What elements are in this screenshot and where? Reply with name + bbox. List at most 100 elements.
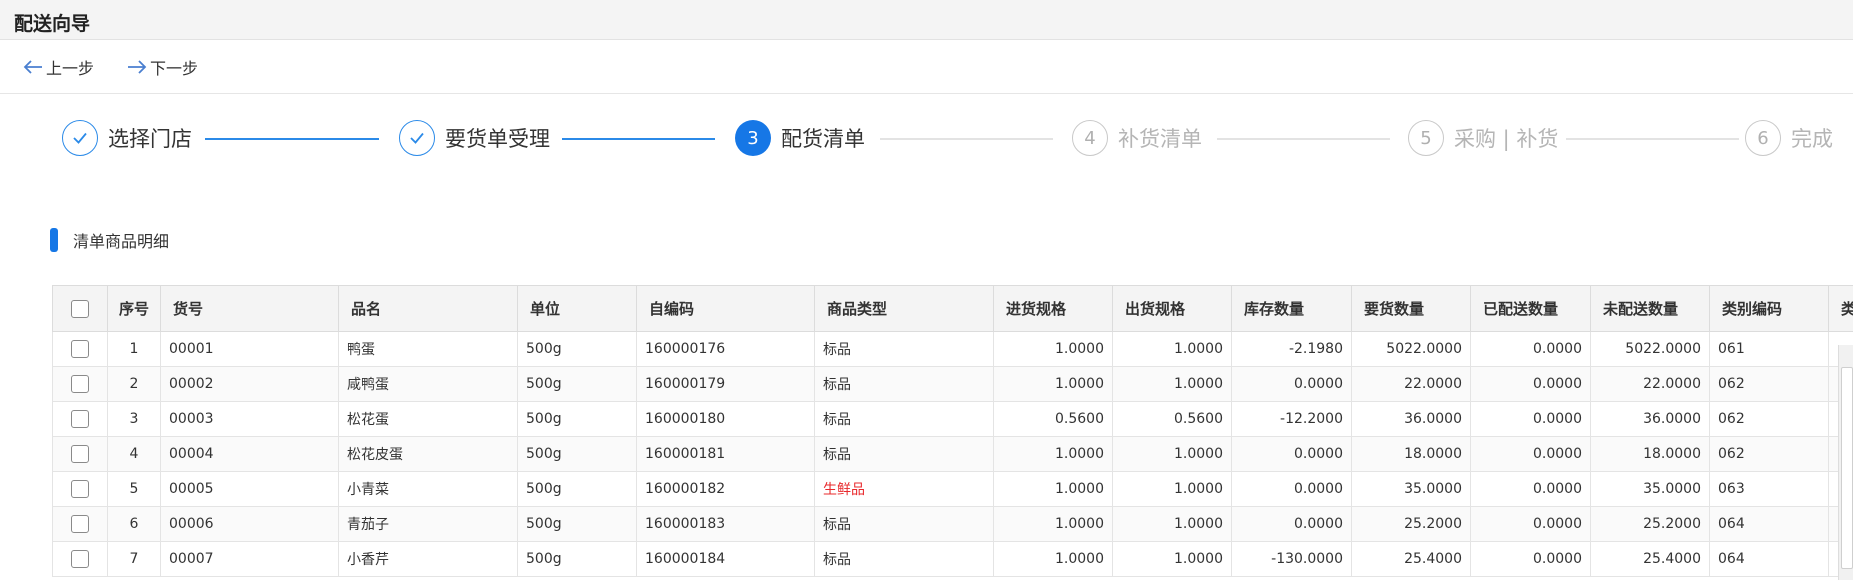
table-cell: 160000183 — [636, 506, 815, 542]
column-header[interactable]: 类 — [1828, 285, 1853, 332]
table-cell: 160000182 — [636, 471, 815, 507]
step-number: 5 — [1408, 120, 1444, 156]
row-checkbox[interactable] — [71, 410, 89, 428]
row-select-cell[interactable] — [52, 366, 108, 402]
table-cell: 25.2000 — [1590, 506, 1710, 542]
row-select-cell[interactable] — [52, 331, 108, 367]
row-checkbox[interactable] — [71, 515, 89, 533]
step-label: 要货单受理 — [445, 127, 550, 151]
table-row[interactable]: 3 00003 松花蛋 500g 160000180 标品 0.5600 0.5600 -12.… — [52, 401, 1853, 437]
row-checkbox[interactable] — [71, 340, 89, 358]
row-select-cell[interactable] — [52, 541, 108, 577]
toolbar: 上一步 下一步 — [0, 40, 1853, 94]
table-cell: 1.0000 — [993, 436, 1113, 472]
column-header[interactable]: 出货规格 — [1112, 285, 1232, 332]
row-select-cell[interactable] — [52, 401, 108, 437]
column-header[interactable]: 未配送数量 — [1590, 285, 1710, 332]
table-cell: 小香芹 — [338, 541, 518, 577]
row-checkbox[interactable] — [71, 375, 89, 393]
row-select-cell[interactable] — [52, 506, 108, 542]
step-label: 完成 — [1791, 127, 1833, 151]
step-complete[interactable]: 6 完成 — [1745, 120, 1833, 156]
row-select-cell[interactable] — [52, 471, 108, 507]
table-cell: 0.0000 — [1470, 506, 1591, 542]
table-cell: 160000184 — [636, 541, 815, 577]
column-header[interactable]: 进货规格 — [993, 285, 1113, 332]
check-icon — [62, 120, 98, 156]
table-cell: 00004 — [160, 436, 339, 472]
table-cell: 500g — [517, 331, 637, 367]
row-checkbox[interactable] — [71, 445, 89, 463]
table-cell: 0.0000 — [1470, 471, 1591, 507]
table-cell: 标品 — [814, 401, 994, 437]
table-cell: 1.0000 — [993, 506, 1113, 542]
table-row[interactable]: 2 00002 咸鸭蛋 500g 160000179 标品 1.0000 1.0000 0.00… — [52, 366, 1853, 402]
table-cell: 松花蛋 — [338, 401, 518, 437]
table-row[interactable]: 6 00006 青茄子 500g 160000183 标品 1.0000 1.0000 0.00… — [52, 506, 1853, 542]
table-cell: -12.2000 — [1231, 401, 1352, 437]
step-order-acceptance[interactable]: 要货单受理 — [399, 120, 550, 156]
table-row[interactable]: 7 00007 小香芹 500g 160000184 标品 1.0000 1.0000 -130… — [52, 541, 1853, 577]
step-connector — [880, 138, 1053, 140]
table-cell: 5022.0000 — [1590, 331, 1710, 367]
row-select-cell[interactable] — [52, 436, 108, 472]
table-cell: 0.0000 — [1231, 506, 1352, 542]
table-cell: 1.0000 — [993, 331, 1113, 367]
step-purchase-replenish[interactable]: 5 采购 | 补货 — [1408, 120, 1558, 156]
step-number: 4 — [1072, 120, 1108, 156]
next-step-button[interactable]: 下一步 — [126, 56, 198, 78]
column-header[interactable]: 单位 — [517, 285, 637, 332]
column-header[interactable]: 库存数量 — [1231, 285, 1352, 332]
section-header: 清单商品明细 — [50, 228, 169, 252]
table-cell: 500g — [517, 541, 637, 577]
table-cell: 35.0000 — [1351, 471, 1471, 507]
table-cell: 1.0000 — [1112, 471, 1232, 507]
table-cell: 064 — [1709, 541, 1829, 577]
table-cell: 500g — [517, 436, 637, 472]
select-all-cell[interactable] — [52, 285, 108, 332]
column-header[interactable]: 商品类型 — [814, 285, 994, 332]
column-header[interactable]: 自编码 — [636, 285, 815, 332]
table-cell: 18.0000 — [1351, 436, 1471, 472]
step-select-store[interactable]: 选择门店 — [62, 120, 192, 156]
column-header[interactable]: 类别编码 — [1709, 285, 1829, 332]
prev-step-button[interactable]: 上一步 — [22, 56, 94, 78]
table-cell: 00005 — [160, 471, 339, 507]
table-cell: 25.2000 — [1351, 506, 1471, 542]
column-header[interactable]: 货号 — [160, 285, 339, 332]
arrow-left-icon — [23, 60, 42, 74]
step-distribution-list[interactable]: 3 配货清单 — [735, 120, 865, 156]
table-cell: 160000181 — [636, 436, 815, 472]
step-replenish-list[interactable]: 4 补货清单 — [1072, 120, 1202, 156]
vertical-scrollbar[interactable] — [1838, 345, 1853, 580]
table-cell: 064 — [1709, 506, 1829, 542]
column-header[interactable]: 要货数量 — [1351, 285, 1471, 332]
row-checkbox[interactable] — [71, 480, 89, 498]
column-header[interactable]: 序号 — [107, 285, 161, 332]
table-cell: 160000179 — [636, 366, 815, 402]
table-cell: 0.5600 — [1112, 401, 1232, 437]
table-cell: 青茄子 — [338, 506, 518, 542]
table-header-row: 序号 货号 品名 单位 自编码 商品类型 进货规格 出货规格 库存数量 要货数量… — [52, 285, 1853, 332]
table-cell: 1 — [107, 331, 161, 367]
table-cell: 35.0000 — [1590, 471, 1710, 507]
table-row[interactable]: 5 00005 小青菜 500g 160000182 生鲜品 1.0000 1.0000 0.0… — [52, 471, 1853, 507]
table-row[interactable]: 1 00001 鸭蛋 500g 160000176 标品 1.0000 1.0000 -2.19… — [52, 331, 1853, 367]
step-number: 3 — [735, 120, 771, 156]
table-cell: 0.0000 — [1231, 436, 1352, 472]
step-connector — [205, 138, 379, 140]
select-all-checkbox[interactable] — [71, 299, 89, 318]
column-header[interactable]: 品名 — [338, 285, 518, 332]
table-cell: 00006 — [160, 506, 339, 542]
section-title: 清单商品明细 — [73, 232, 170, 251]
table-cell: 36.0000 — [1351, 401, 1471, 437]
scrollbar-thumb[interactable] — [1841, 367, 1853, 569]
step-connector — [562, 138, 715, 140]
table-cell: 500g — [517, 471, 637, 507]
row-checkbox[interactable] — [71, 550, 89, 568]
table-cell: 4 — [107, 436, 161, 472]
step-label: 补货清单 — [1118, 127, 1202, 151]
table-row[interactable]: 4 00004 松花皮蛋 500g 160000181 标品 1.0000 1.0000 0.0… — [52, 436, 1853, 472]
column-header[interactable]: 已配送数量 — [1470, 285, 1591, 332]
check-icon — [399, 120, 435, 156]
